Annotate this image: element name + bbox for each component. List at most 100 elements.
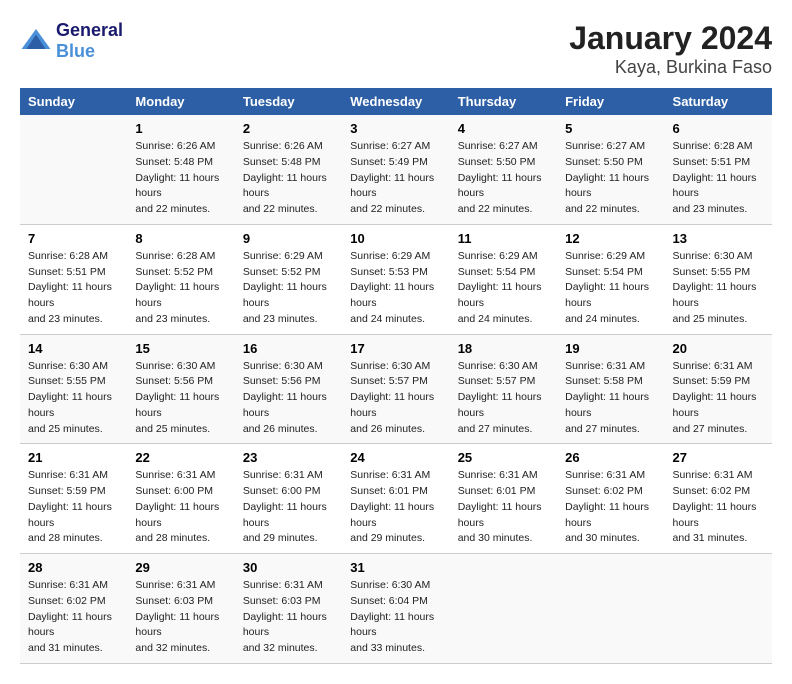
day-info: Sunrise: 6:31 AMSunset: 6:02 PMDaylight:… bbox=[673, 468, 764, 547]
day-number: 21 bbox=[28, 450, 119, 465]
calendar-cell: 1 Sunrise: 6:26 AMSunset: 5:48 PMDaylight… bbox=[127, 115, 234, 224]
calendar-week-row: 7Sunrise: 6:28 AMSunset: 5:51 PMDaylight… bbox=[20, 224, 772, 334]
calendar-cell: 20Sunrise: 6:31 AMSunset: 5:59 PMDayligh… bbox=[665, 334, 772, 444]
day-info: Sunrise: 6:31 AMSunset: 6:02 PMDaylight:… bbox=[565, 468, 656, 547]
calendar-week-row: 21 Sunrise: 6:31 AMSunset: 5:59 PMDayligh… bbox=[20, 444, 772, 554]
calendar-cell: 27Sunrise: 6:31 AMSunset: 6:02 PMDayligh… bbox=[665, 444, 772, 554]
calendar-day-header: Friday bbox=[557, 88, 664, 115]
day-number: 7 bbox=[28, 231, 119, 246]
calendar-cell: 29Sunrise: 6:31 AMSunset: 6:03 PMDayligh… bbox=[127, 554, 234, 664]
calendar-cell: 9 Sunrise: 6:29 AMSunset: 5:52 PMDaylight… bbox=[235, 224, 342, 334]
day-info: Sunrise: 6:29 AMSunset: 5:54 PMDaylight:… bbox=[458, 249, 549, 328]
day-number: 23 bbox=[243, 450, 334, 465]
day-info: Sunrise: 6:31 AMSunset: 6:01 PMDaylight:… bbox=[350, 468, 441, 547]
calendar-cell: 3 Sunrise: 6:27 AMSunset: 5:49 PMDaylight… bbox=[342, 115, 449, 224]
calendar-cell bbox=[557, 554, 664, 664]
day-info: Sunrise: 6:29 AMSunset: 5:53 PMDaylight:… bbox=[350, 249, 441, 328]
day-info: Sunrise: 6:31 AMSunset: 5:59 PMDaylight:… bbox=[28, 468, 119, 547]
calendar-cell: 19 Sunrise: 6:31 AMSunset: 5:58 PMDayligh… bbox=[557, 334, 664, 444]
day-info: Sunrise: 6:30 AMSunset: 5:56 PMDaylight:… bbox=[135, 359, 226, 438]
calendar-cell: 21 Sunrise: 6:31 AMSunset: 5:59 PMDayligh… bbox=[20, 444, 127, 554]
calendar-cell: 28 Sunrise: 6:31 AMSunset: 6:02 PMDayligh… bbox=[20, 554, 127, 664]
calendar-cell bbox=[665, 554, 772, 664]
calendar-cell: 10 Sunrise: 6:29 AMSunset: 5:53 PMDayligh… bbox=[342, 224, 449, 334]
calendar-cell: 18 Sunrise: 6:30 AMSunset: 5:57 PMDayligh… bbox=[450, 334, 557, 444]
calendar-cell: 13 Sunrise: 6:30 AMSunset: 5:55 PMDayligh… bbox=[665, 224, 772, 334]
day-info: Sunrise: 6:30 AMSunset: 5:55 PMDaylight:… bbox=[673, 249, 764, 328]
day-info: Sunrise: 6:30 AMSunset: 5:55 PMDaylight:… bbox=[28, 359, 119, 438]
day-info: Sunrise: 6:30 AMSunset: 5:57 PMDaylight:… bbox=[350, 359, 441, 438]
day-info: Sunrise: 6:26 AMSunset: 5:48 PMDaylight:… bbox=[135, 139, 226, 218]
calendar-cell: 23 Sunrise: 6:31 AMSunset: 6:00 PMDayligh… bbox=[235, 444, 342, 554]
day-info: Sunrise: 6:31 AMSunset: 5:59 PMDaylight:… bbox=[673, 359, 764, 438]
page-title: January 2024 bbox=[569, 20, 772, 57]
day-number: 26 bbox=[565, 450, 656, 465]
day-info: Sunrise: 6:26 AMSunset: 5:48 PMDaylight:… bbox=[243, 139, 334, 218]
logo: General Blue bbox=[20, 20, 123, 62]
page-subtitle: Kaya, Burkina Faso bbox=[569, 57, 772, 78]
calendar-cell: 25Sunrise: 6:31 AMSunset: 6:01 PMDayligh… bbox=[450, 444, 557, 554]
calendar-cell: 22 Sunrise: 6:31 AMSunset: 6:00 PMDayligh… bbox=[127, 444, 234, 554]
day-info: Sunrise: 6:31 AMSunset: 6:03 PMDaylight:… bbox=[243, 578, 334, 657]
calendar-cell: 8 Sunrise: 6:28 AMSunset: 5:52 PMDaylight… bbox=[127, 224, 234, 334]
calendar-cell: 30 Sunrise: 6:31 AMSunset: 6:03 PMDayligh… bbox=[235, 554, 342, 664]
day-info: Sunrise: 6:29 AMSunset: 5:54 PMDaylight:… bbox=[565, 249, 656, 328]
day-number: 11 bbox=[458, 231, 549, 246]
day-info: Sunrise: 6:31 AMSunset: 6:03 PMDaylight:… bbox=[135, 578, 226, 657]
day-number: 31 bbox=[350, 560, 441, 575]
day-info: Sunrise: 6:31 AMSunset: 6:01 PMDaylight:… bbox=[458, 468, 549, 547]
day-number: 5 bbox=[565, 121, 656, 136]
title-block: January 2024 Kaya, Burkina Faso bbox=[569, 20, 772, 78]
calendar-cell: 4Sunrise: 6:27 AMSunset: 5:50 PMDaylight… bbox=[450, 115, 557, 224]
day-info: Sunrise: 6:28 AMSunset: 5:52 PMDaylight:… bbox=[135, 249, 226, 328]
day-info: Sunrise: 6:27 AMSunset: 5:49 PMDaylight:… bbox=[350, 139, 441, 218]
day-info: Sunrise: 6:29 AMSunset: 5:52 PMDaylight:… bbox=[243, 249, 334, 328]
calendar-cell: 7Sunrise: 6:28 AMSunset: 5:51 PMDaylight… bbox=[20, 224, 127, 334]
day-number: 6 bbox=[673, 121, 764, 136]
calendar-cell: 31 Sunrise: 6:30 AMSunset: 6:04 PMDayligh… bbox=[342, 554, 449, 664]
calendar-cell: 26 Sunrise: 6:31 AMSunset: 6:02 PMDayligh… bbox=[557, 444, 664, 554]
logo-text: General Blue bbox=[56, 20, 123, 62]
day-number: 4 bbox=[458, 121, 549, 136]
calendar-day-header: Wednesday bbox=[342, 88, 449, 115]
calendar-cell: 11 Sunrise: 6:29 AMSunset: 5:54 PMDayligh… bbox=[450, 224, 557, 334]
day-number: 2 bbox=[243, 121, 334, 136]
day-info: Sunrise: 6:27 AMSunset: 5:50 PMDaylight:… bbox=[565, 139, 656, 218]
calendar-cell: 15Sunrise: 6:30 AMSunset: 5:56 PMDayligh… bbox=[127, 334, 234, 444]
day-info: Sunrise: 6:30 AMSunset: 5:56 PMDaylight:… bbox=[243, 359, 334, 438]
calendar-day-header: Tuesday bbox=[235, 88, 342, 115]
day-info: Sunrise: 6:28 AMSunset: 5:51 PMDaylight:… bbox=[673, 139, 764, 218]
calendar-table: SundayMondayTuesdayWednesdayThursdayFrid… bbox=[20, 88, 772, 664]
day-number: 8 bbox=[135, 231, 226, 246]
day-number: 28 bbox=[28, 560, 119, 575]
day-info: Sunrise: 6:31 AMSunset: 6:00 PMDaylight:… bbox=[243, 468, 334, 547]
calendar-day-header: Monday bbox=[127, 88, 234, 115]
calendar-cell: 2 Sunrise: 6:26 AMSunset: 5:48 PMDaylight… bbox=[235, 115, 342, 224]
calendar-day-header: Thursday bbox=[450, 88, 557, 115]
calendar-cell: 16Sunrise: 6:30 AMSunset: 5:56 PMDayligh… bbox=[235, 334, 342, 444]
calendar-cell: 17Sunrise: 6:30 AMSunset: 5:57 PMDayligh… bbox=[342, 334, 449, 444]
day-info: Sunrise: 6:31 AMSunset: 5:58 PMDaylight:… bbox=[565, 359, 656, 438]
day-number: 13 bbox=[673, 231, 764, 246]
day-number: 14 bbox=[28, 341, 119, 356]
day-number: 30 bbox=[243, 560, 334, 575]
day-number: 9 bbox=[243, 231, 334, 246]
day-info: Sunrise: 6:31 AMSunset: 6:02 PMDaylight:… bbox=[28, 578, 119, 657]
day-number: 10 bbox=[350, 231, 441, 246]
calendar-cell: 6 Sunrise: 6:28 AMSunset: 5:51 PMDaylight… bbox=[665, 115, 772, 224]
calendar-cell: 14 Sunrise: 6:30 AMSunset: 5:55 PMDayligh… bbox=[20, 334, 127, 444]
calendar-cell: 5 Sunrise: 6:27 AMSunset: 5:50 PMDaylight… bbox=[557, 115, 664, 224]
calendar-day-header: Saturday bbox=[665, 88, 772, 115]
calendar-week-row: 14 Sunrise: 6:30 AMSunset: 5:55 PMDayligh… bbox=[20, 334, 772, 444]
day-number: 3 bbox=[350, 121, 441, 136]
day-info: Sunrise: 6:30 AMSunset: 5:57 PMDaylight:… bbox=[458, 359, 549, 438]
day-info: Sunrise: 6:30 AMSunset: 6:04 PMDaylight:… bbox=[350, 578, 441, 657]
calendar-week-row: 1 Sunrise: 6:26 AMSunset: 5:48 PMDaylight… bbox=[20, 115, 772, 224]
logo-icon bbox=[20, 25, 52, 57]
day-number: 18 bbox=[458, 341, 549, 356]
day-number: 19 bbox=[565, 341, 656, 356]
day-number: 22 bbox=[135, 450, 226, 465]
day-number: 1 bbox=[135, 121, 226, 136]
calendar-cell bbox=[20, 115, 127, 224]
day-info: Sunrise: 6:31 AMSunset: 6:00 PMDaylight:… bbox=[135, 468, 226, 547]
